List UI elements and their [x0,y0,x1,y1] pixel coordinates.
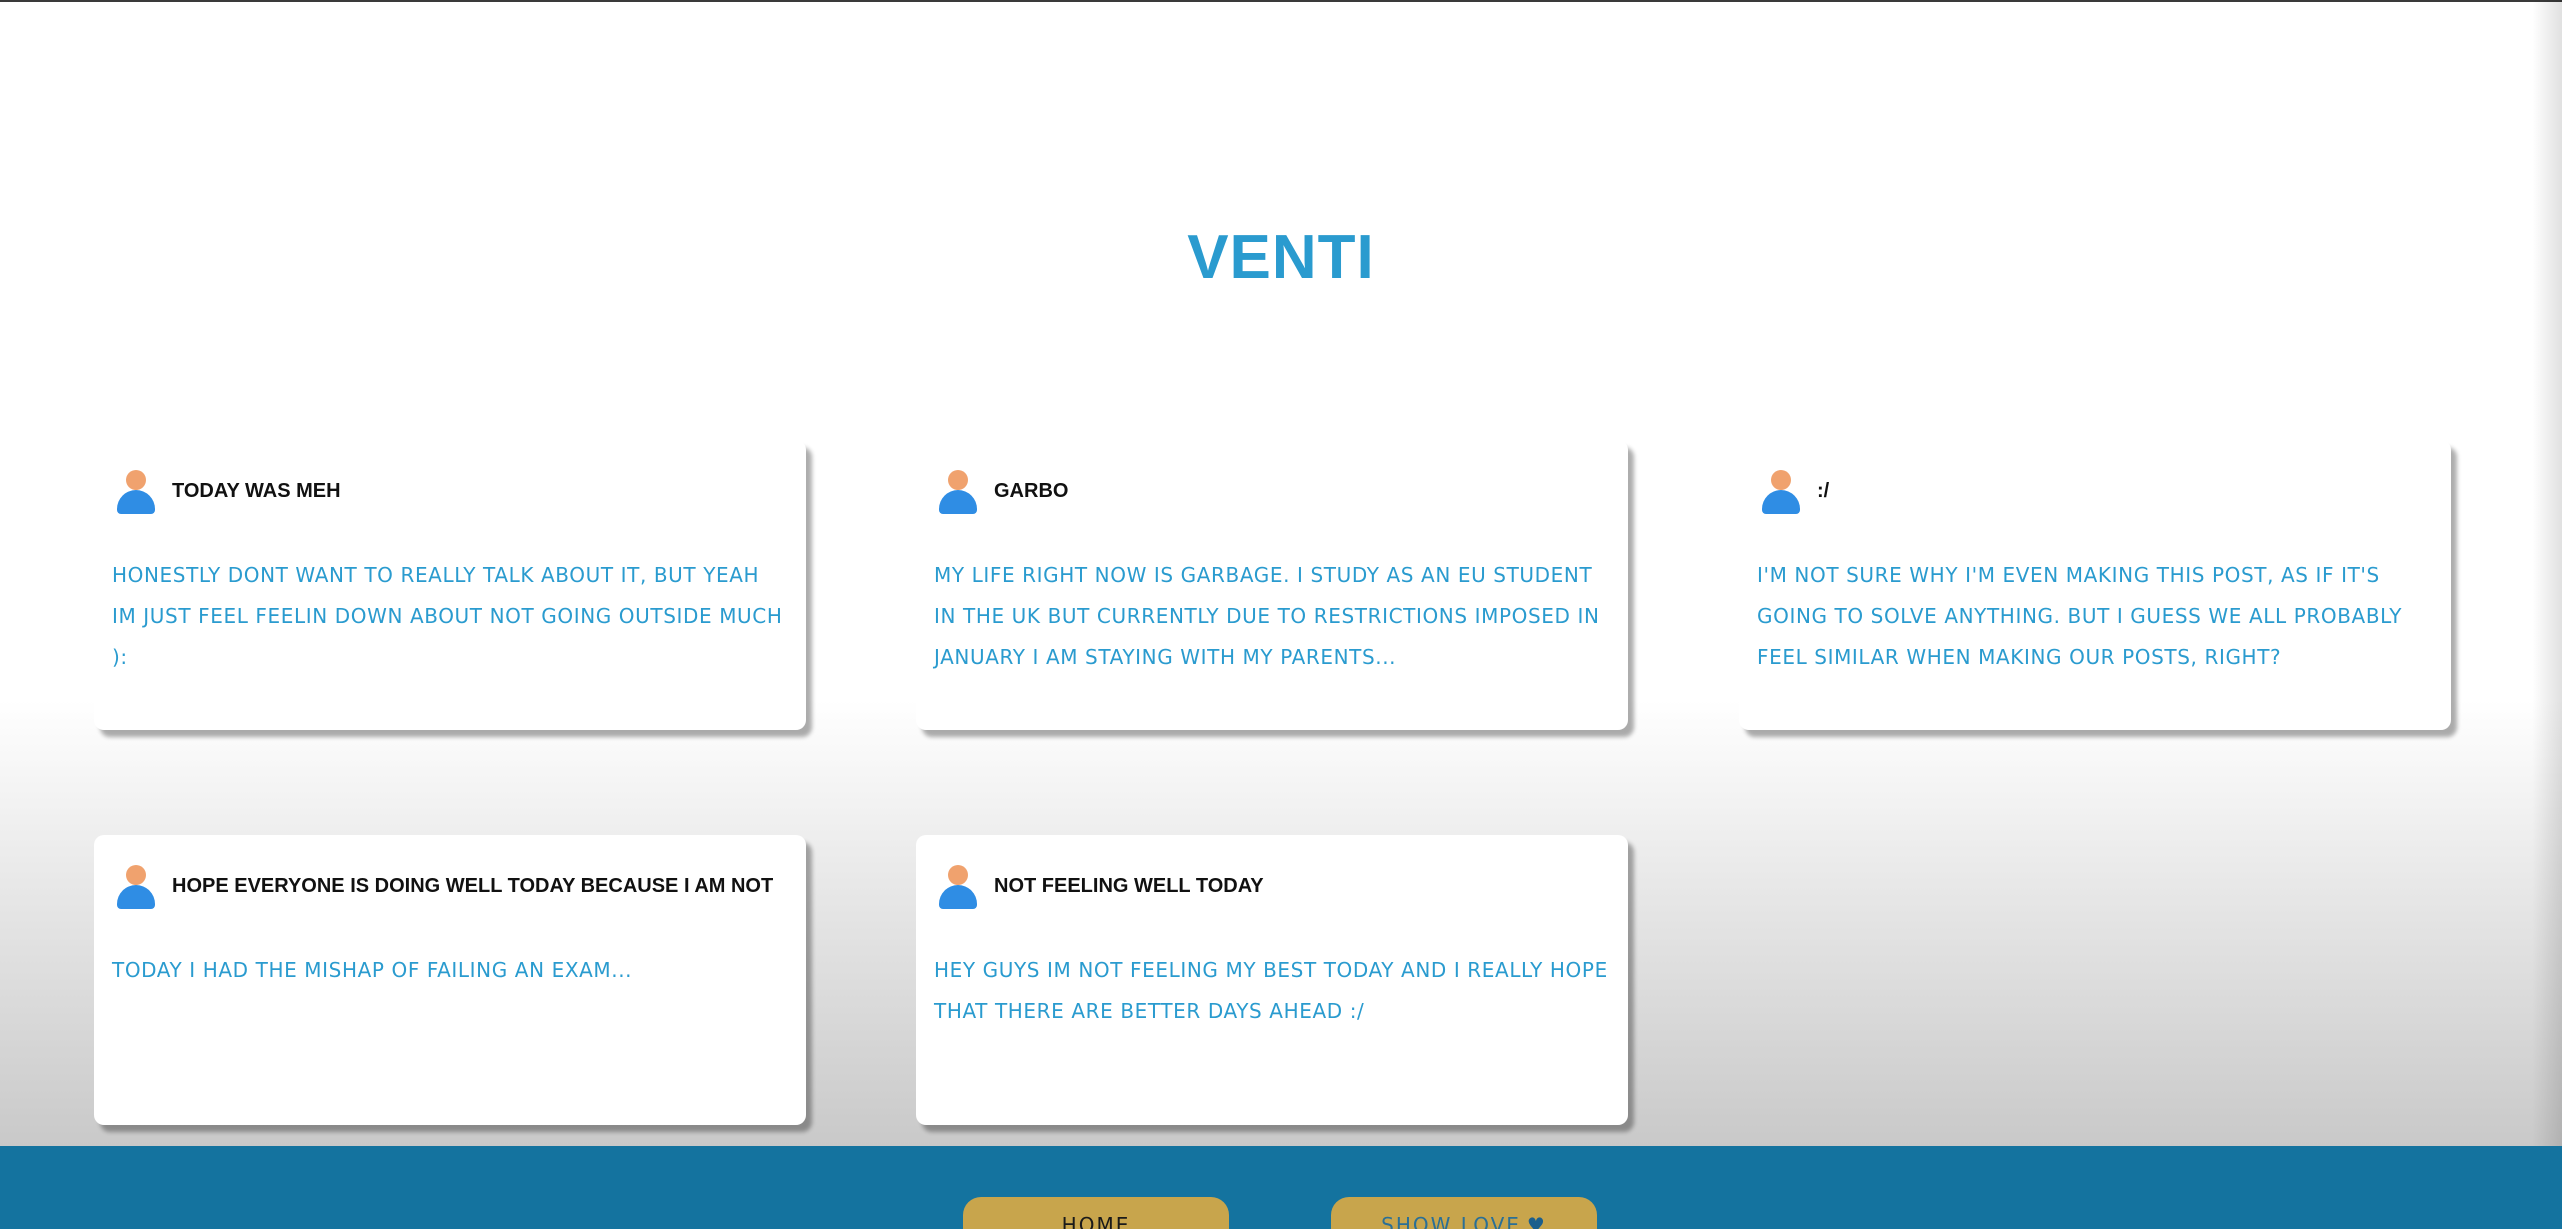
window-top-border [0,0,2562,2]
heart-icon: ♥ [1526,1213,1547,1229]
post-title: HOPE EVERYONE IS DOING WELL TODAY BECAUS… [172,874,774,897]
home-button-label: HOME [1061,1213,1131,1229]
site-title: VENTI [1187,223,1375,292]
user-avatar-icon [1759,468,1801,514]
post-card[interactable]: NOT FEELING WELL TODAY HEY GUYS IM NOT F… [916,835,1628,1125]
post-header: NOT FEELING WELL TODAY [936,863,1264,909]
post-card[interactable]: :/ I'M NOT SURE WHY I'M EVEN MAKING THIS… [1739,440,2451,730]
post-title: NOT FEELING WELL TODAY [994,874,1264,897]
post-body: HEY GUYS IM NOT FEELING MY BEST TODAY AN… [934,958,1608,1023]
user-avatar-icon [114,468,156,514]
post-body: HONESTLY DONT WANT TO REALLY TALK ABOUT … [112,563,783,669]
post-header: HOPE EVERYONE IS DOING WELL TODAY BECAUS… [114,863,773,909]
show-love-button[interactable]: SHOW LOVE ♥ [1331,1197,1597,1229]
post-title: GARBO [994,479,1069,502]
home-button[interactable]: HOME [963,1197,1229,1229]
post-body: TODAY I HAD THE MISHAP OF FAILING AN EXA… [112,958,633,982]
post-card[interactable]: HOPE EVERYONE IS DOING WELL TODAY BECAUS… [94,835,806,1125]
post-body: MY LIFE RIGHT NOW IS GARBAGE. I STUDY AS… [934,563,1600,669]
post-header: :/ [1759,468,1829,514]
post-body: I'M NOT SURE WHY I'M EVEN MAKING THIS PO… [1757,563,2403,669]
post-header: TODAY WAS MEH [114,468,341,514]
user-avatar-icon [936,863,978,909]
user-avatar-icon [114,863,156,909]
footer-bar: HOME SHOW LOVE ♥ [0,1146,2562,1229]
post-card[interactable]: TODAY WAS MEH HONESTLY DONT WANT TO REAL… [94,440,806,730]
post-header: GARBO [936,468,1068,514]
show-love-button-label: SHOW LOVE [1381,1213,1521,1229]
post-title: :/ [1817,479,1830,502]
post-card[interactable]: GARBO MY LIFE RIGHT NOW IS GARBAGE. I ST… [916,440,1628,730]
post-title: TODAY WAS MEH [172,479,341,502]
right-edge-shadow [2532,0,2562,1146]
user-avatar-icon [936,468,978,514]
